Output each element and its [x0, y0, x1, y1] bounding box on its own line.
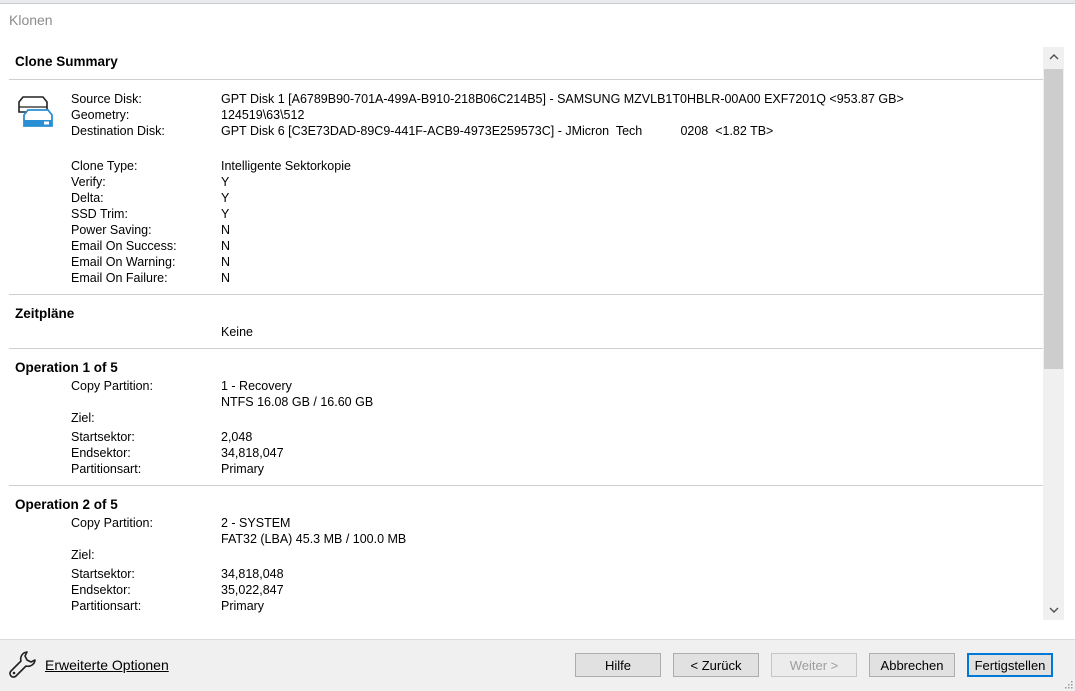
clone-type-label: Clone Type: [71, 159, 138, 173]
window-title: Klonen [9, 12, 53, 28]
email-warning-value: N [221, 255, 231, 269]
next-button[interactable]: Weiter > [771, 653, 857, 677]
dialog-footer: Erweiterte Optionen Hilfe < Zurück Weite… [0, 639, 1075, 691]
destination-disk-value: GPT Disk 6 [C3E73DAD-89C9-441F-ACB9-4973… [221, 124, 774, 138]
verify-label: Verify: [71, 175, 106, 189]
operation-2-heading: Operation 2 of 5 [15, 497, 118, 512]
operation-1-heading: Operation 1 of 5 [15, 360, 118, 375]
clone-type-value: Intelligente Sektorkopie [221, 159, 351, 173]
copy-partition-label: Copy Partition: [71, 379, 153, 393]
start-sector-label: Startsektor: [71, 567, 135, 581]
help-button[interactable]: Hilfe [575, 653, 661, 677]
scrollbar-thumb[interactable] [1044, 69, 1063, 369]
end-sector-label: Endsektor: [71, 583, 131, 597]
divider [9, 348, 1043, 349]
schedules-value: Keine [221, 325, 253, 339]
advanced-options-link[interactable]: Erweiterte Optionen [45, 657, 169, 673]
verify-value: Y [221, 175, 230, 189]
summary-content: Clone Summary Source Disk: GPT Disk 1 [A… [9, 47, 1043, 620]
target-label: Ziel: [71, 548, 95, 562]
chevron-up-icon[interactable] [1043, 47, 1064, 67]
finish-button[interactable]: Fertigstellen [967, 653, 1053, 677]
divider [9, 79, 1043, 80]
partition-type-label: Partitionsart: [71, 462, 142, 476]
cancel-button[interactable]: Abbrechen [869, 653, 955, 677]
destination-disk-label: Destination Disk: [71, 124, 165, 138]
partition-type-label: Partitionsart: [71, 599, 142, 613]
divider [9, 294, 1043, 295]
end-sector-label: Endsektor: [71, 446, 131, 460]
target-label: Ziel: [71, 411, 95, 425]
copy-partition-label: Copy Partition: [71, 516, 153, 530]
vertical-scrollbar[interactable] [1043, 47, 1064, 620]
email-failure-label: Email On Failure: [71, 271, 168, 285]
end-sector-value: 35,022,847 [221, 583, 284, 597]
email-failure-value: N [221, 271, 231, 285]
email-success-label: Email On Success: [71, 239, 177, 253]
clone-summary-heading: Clone Summary [15, 54, 118, 69]
resize-grip-icon[interactable] [1063, 679, 1073, 689]
wrench-icon[interactable] [8, 649, 38, 679]
delta-value: Y [221, 191, 230, 205]
start-sector-value: 34,818,048 [221, 567, 284, 581]
partition-fs-info: NTFS 16.08 GB / 16.60 GB [221, 395, 374, 409]
power-saving-label: Power Saving: [71, 223, 152, 237]
disk-clone-icon [18, 96, 53, 127]
delta-label: Delta: [71, 191, 104, 205]
chevron-down-icon[interactable] [1043, 600, 1064, 620]
power-saving-value: N [221, 223, 231, 237]
start-sector-value: 2,048 [221, 430, 253, 444]
partition-name: 1 - Recovery [221, 379, 292, 393]
geometry-label: Geometry: [71, 108, 130, 122]
email-success-value: N [221, 239, 231, 253]
end-sector-value: 34,818,047 [221, 446, 284, 460]
geometry-value: 124519\63\512 [221, 108, 305, 122]
partition-name: 2 - SYSTEM [221, 516, 291, 530]
back-button[interactable]: < Zurück [673, 653, 759, 677]
partition-type-value: Primary [221, 599, 265, 613]
source-disk-label: Source Disk: [71, 92, 142, 106]
schedules-heading: Zeitpläne [15, 306, 75, 321]
ssd-trim-label: SSD Trim: [71, 207, 128, 221]
partition-fs-info: FAT32 (LBA) 45.3 MB / 100.0 MB [221, 532, 407, 546]
parent-window-strip [0, 0, 1075, 4]
ssd-trim-value: Y [221, 207, 230, 221]
partition-type-value: Primary [221, 462, 265, 476]
source-disk-value: GPT Disk 1 [A6789B90-701A-499A-B910-218B… [221, 92, 904, 106]
start-sector-label: Startsektor: [71, 430, 135, 444]
email-warning-label: Email On Warning: [71, 255, 176, 269]
divider [9, 485, 1043, 486]
